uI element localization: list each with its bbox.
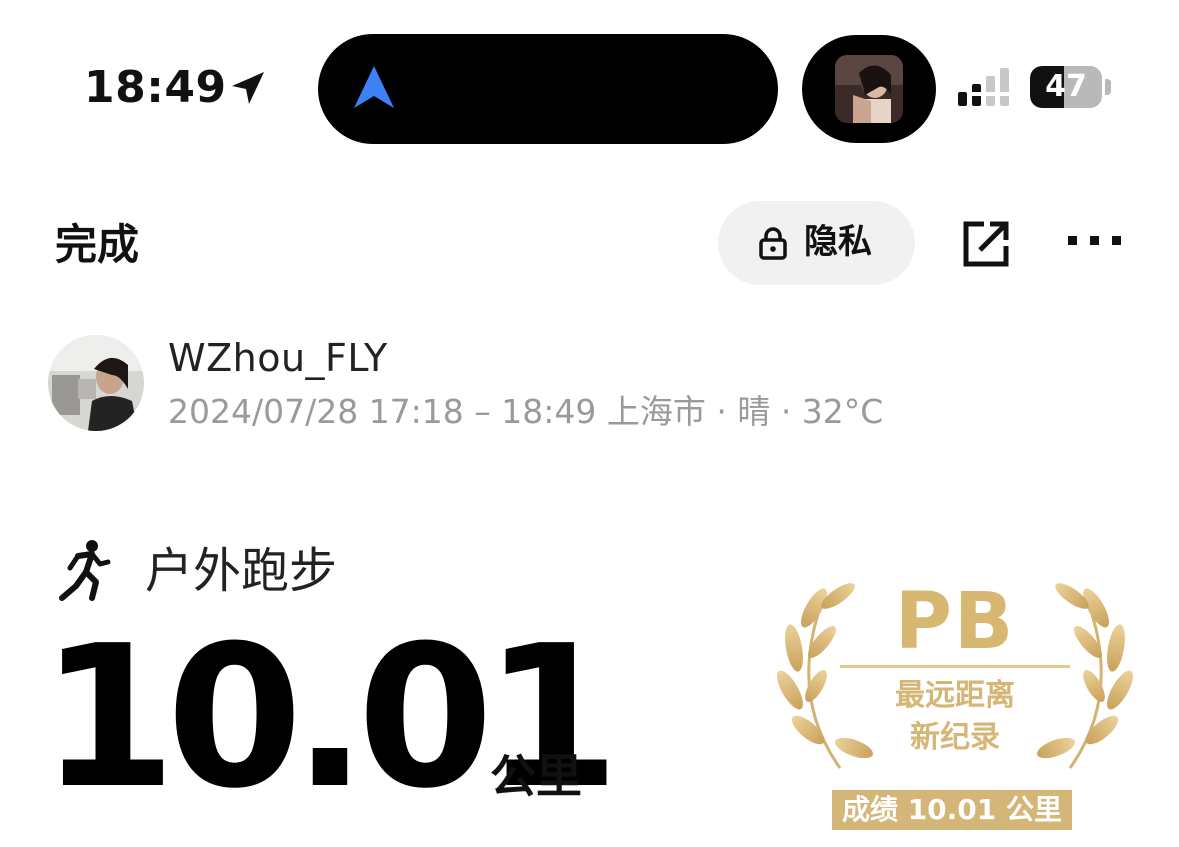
pb-record: 成绩 10.01 公里 [832, 790, 1072, 830]
distance-unit: 公里 [490, 749, 582, 803]
status-time: 18:49 [84, 62, 227, 113]
activity-type: 户外跑步 [145, 543, 338, 599]
username[interactable]: WZhou_FLY [168, 334, 388, 382]
battery-icon: 47 [1030, 66, 1112, 108]
pb-divider [840, 665, 1070, 668]
location-arrow-icon [232, 72, 264, 104]
privacy-label: 隐私 [804, 222, 872, 262]
music-artwork-thumbnail[interactable] [835, 55, 903, 123]
artwork-image [835, 55, 903, 123]
lock-icon [759, 227, 787, 260]
more-icon[interactable] [1066, 232, 1126, 252]
pb-subtitle-line2: 新纪录 [910, 720, 1000, 755]
activity-meta: 2024/07/28 17:18 – 18:49 上海市 · 晴 · 32°C [168, 392, 884, 431]
signal-icon [958, 68, 1009, 106]
pb-title: PB [894, 577, 1016, 667]
privacy-button[interactable]: 隐私 [718, 201, 915, 285]
battery-level: 47 [1045, 69, 1087, 104]
pb-badge[interactable]: PB 最远距离 新纪录 成绩 10.01 公里 [770, 568, 1140, 838]
navigation-icon [354, 66, 394, 108]
avatar-image [48, 335, 144, 431]
pb-subtitle-line1: 最远距离 [895, 678, 1015, 713]
share-icon[interactable] [962, 218, 1012, 268]
running-icon [59, 540, 111, 601]
avatar[interactable] [48, 335, 144, 431]
done-button[interactable]: 完成 [55, 218, 139, 272]
